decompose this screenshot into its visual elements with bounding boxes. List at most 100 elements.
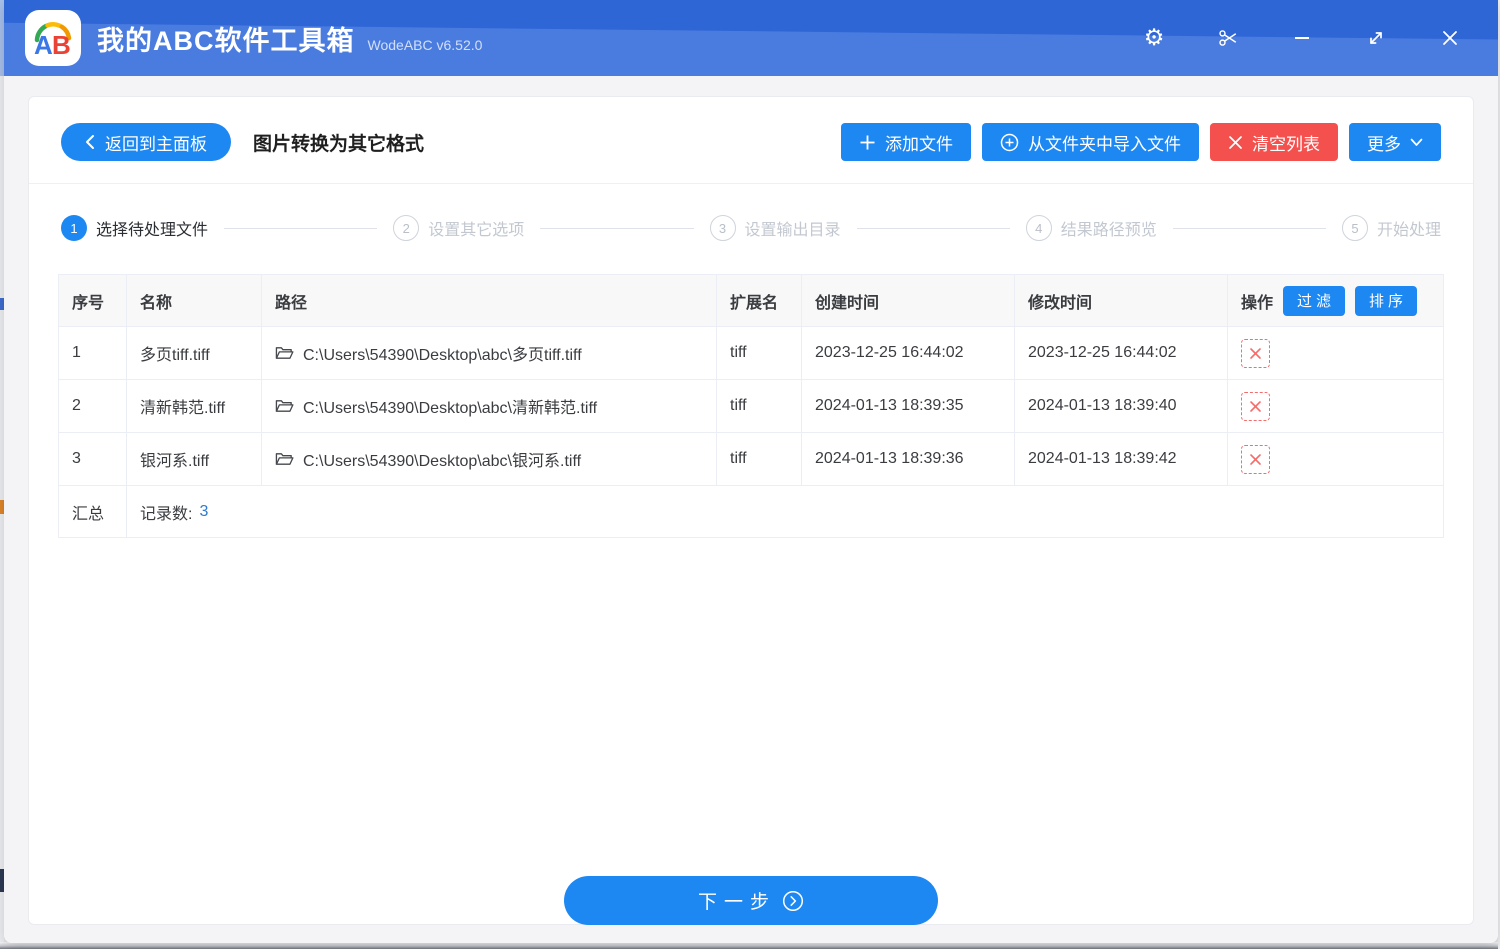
cell-path: C:\Users\54390\Desktop\abc\多页tiff.tiff [262, 327, 717, 379]
import-from-folder-label: 从文件夹中导入文件 [1028, 134, 1181, 154]
delete-x-icon [1250, 400, 1261, 412]
delete-row-button[interactable] [1241, 391, 1270, 421]
step-5-label: 开始处理 [1377, 222, 1442, 239]
app-window: A B 我的ABC软件工具箱 WodeABC v6.52.0 ⚙ 返回到主面板 … [4, 0, 1498, 943]
delete-x-icon [1250, 347, 1261, 359]
header-ext: 扩展名 [717, 275, 802, 326]
cell-operations [1228, 433, 1445, 485]
record-count-label: 记录数: [140, 505, 193, 523]
page-title: 图片转换为其它格式 [253, 133, 425, 155]
cell-operations [1228, 380, 1445, 432]
cell-created: 2024-01-13 18:39:36 [802, 433, 1015, 485]
cell-operations [1228, 327, 1445, 379]
step-connector [540, 227, 694, 229]
step-5-circle: 5 [1342, 215, 1368, 241]
table-header-row: 序号 名称 路径 扩展名 创建时间 修改时间 操作 过滤 排序 [59, 275, 1443, 327]
minimize-icon[interactable] [1290, 26, 1314, 50]
next-step-button[interactable]: 下一步 [564, 876, 938, 925]
step-connector [856, 227, 1010, 229]
cell-modified: 2023-12-25 16:44:02 [1015, 327, 1228, 379]
delete-row-button[interactable] [1241, 338, 1270, 368]
cell-modified: 2024-01-13 18:39:40 [1015, 380, 1228, 432]
chevron-left-icon [86, 135, 94, 149]
step-indicator: 1 选择待处理文件 2 设置其它选项 3 设置输出目录 4 结果路径预览 5 开… [29, 215, 1473, 241]
app-version: WodeABC v6.52.0 [367, 36, 483, 53]
back-to-main-button[interactable]: 返回到主面板 [61, 123, 231, 161]
step-2-options: 2 设置其它选项 [393, 215, 524, 241]
folder-open-icon[interactable] [275, 345, 294, 361]
folder-open-icon[interactable] [275, 451, 294, 467]
step-3-output-dir: 3 设置输出目录 [709, 215, 841, 241]
summary-cell: 记录数: 3 [127, 486, 1443, 537]
header-created: 创建时间 [802, 275, 1015, 326]
summary-label: 汇总 [59, 486, 127, 537]
chevron-down-icon [1410, 138, 1423, 146]
filter-button[interactable]: 过滤 [1283, 285, 1346, 316]
header-name: 名称 [127, 275, 262, 326]
toolbar-divider [29, 183, 1473, 184]
cell-path: C:\Users\54390\Desktop\abc\清新韩范.tiff [262, 380, 717, 432]
cell-name: 银河系.tiff [127, 433, 262, 485]
add-files-label: 添加文件 [885, 134, 953, 154]
cell-created: 2024-01-13 18:39:35 [802, 380, 1015, 432]
resize-maximize-icon[interactable] [1364, 26, 1388, 50]
path-text: C:\Users\54390\Desktop\abc\多页tiff.tiff [303, 347, 582, 364]
close-icon[interactable] [1438, 26, 1462, 50]
cell-name: 多页tiff.tiff [127, 327, 262, 379]
table-row: 3 银河系.tiff C:\Users\54390\Desktop\abc\银河… [59, 433, 1443, 486]
step-3-circle: 3 [709, 215, 736, 241]
app-logo-icon: A B [25, 10, 81, 66]
import-from-folder-button[interactable]: 从文件夹中导入文件 [982, 123, 1199, 161]
cell-name: 清新韩范.tiff [127, 380, 262, 432]
step-5-start: 5 开始处理 [1342, 215, 1441, 241]
step-1-circle: 1 [61, 215, 87, 241]
desktop-sliver-bottom [0, 942, 1500, 949]
more-label: 更多 [1367, 134, 1401, 154]
file-table: 序号 名称 路径 扩展名 创建时间 修改时间 操作 过滤 排序 1 多页tiff… [58, 274, 1444, 538]
cell-created: 2023-12-25 16:44:02 [802, 327, 1015, 379]
step-2-circle: 2 [393, 215, 420, 241]
cell-path: C:\Users\54390\Desktop\abc\银河系.tiff [262, 433, 717, 485]
next-step-label: 下一步 [697, 892, 776, 913]
cell-ext: tiff [717, 327, 802, 379]
clear-list-button[interactable]: 清空列表 [1210, 123, 1338, 161]
toolbar: 返回到主面板 图片转换为其它格式 添加文件 从文件夹中导入文件 清空列表 更多 [29, 97, 1473, 161]
x-icon [1229, 135, 1242, 149]
sort-button[interactable]: 排序 [1355, 285, 1418, 316]
header-operations-label: 操作 [1241, 294, 1274, 312]
step-4-circle: 4 [1025, 215, 1052, 241]
delete-row-button[interactable] [1241, 444, 1270, 474]
settings-gear-icon[interactable]: ⚙ [1142, 26, 1166, 50]
step-1-select-files: 1 选择待处理文件 [61, 215, 208, 241]
add-files-button[interactable]: 添加文件 [841, 123, 971, 161]
logo-letter-a: A [34, 30, 53, 60]
step-3-label: 设置输出目录 [744, 222, 841, 239]
header-path: 路径 [262, 275, 717, 326]
logo-letter-b: B [52, 30, 71, 60]
content-card: 返回到主面板 图片转换为其它格式 添加文件 从文件夹中导入文件 清空列表 更多 … [28, 96, 1474, 925]
cell-ext: tiff [717, 433, 802, 485]
cell-index: 3 [59, 433, 127, 485]
step-connector [1172, 227, 1326, 229]
circle-plus-icon [1000, 133, 1019, 151]
step-4-label: 结果路径预览 [1060, 222, 1157, 239]
clear-list-label: 清空列表 [1252, 134, 1320, 154]
cell-ext: tiff [717, 380, 802, 432]
header-operations: 操作 过滤 排序 [1228, 275, 1445, 326]
table-row: 2 清新韩范.tiff C:\Users\54390\Desktop\abc\清… [59, 380, 1443, 433]
app-title: 我的ABC软件工具箱 [97, 25, 355, 56]
cell-index: 1 [59, 327, 127, 379]
header-modified: 修改时间 [1015, 275, 1228, 326]
app-background: 返回到主面板 图片转换为其它格式 添加文件 从文件夹中导入文件 清空列表 更多 … [4, 76, 1498, 943]
step-connector [224, 227, 378, 229]
path-text: C:\Users\54390\Desktop\abc\银河系.tiff [303, 453, 582, 470]
folder-open-icon[interactable] [275, 398, 294, 414]
table-summary-row: 汇总 记录数: 3 [59, 486, 1443, 538]
more-button[interactable]: 更多 [1349, 123, 1441, 161]
cell-modified: 2024-01-13 18:39:42 [1015, 433, 1228, 485]
title-bar: A B 我的ABC软件工具箱 WodeABC v6.52.0 ⚙ [4, 0, 1498, 76]
cell-index: 2 [59, 380, 127, 432]
path-text: C:\Users\54390\Desktop\abc\清新韩范.tiff [303, 400, 598, 417]
scissors-icon[interactable] [1216, 26, 1240, 50]
delete-x-icon [1250, 453, 1261, 465]
